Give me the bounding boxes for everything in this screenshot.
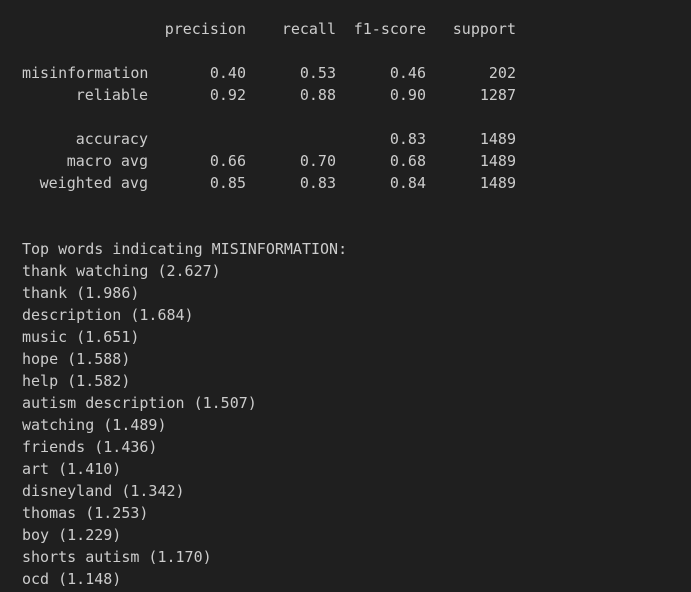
top-word-item: boy (1.229) bbox=[22, 526, 122, 544]
row-support: 1489 bbox=[479, 152, 516, 170]
report-header-row: precision recall f1-score support bbox=[22, 18, 691, 40]
row-support: 202 bbox=[488, 64, 516, 82]
top-word-item: description (1.684) bbox=[22, 306, 194, 324]
report-row-reliable: reliable 0.92 0.88 0.90 1287 bbox=[22, 84, 691, 106]
terminal-output: precision recall f1-score support misinf… bbox=[0, 0, 691, 592]
header-support: support bbox=[452, 20, 516, 38]
top-word-item: music (1.651) bbox=[22, 328, 140, 346]
top-word-item: art (1.410) bbox=[22, 460, 122, 478]
row-support: 1489 bbox=[479, 130, 516, 148]
top-word-item: thank (1.986) bbox=[22, 284, 140, 302]
report-row-accuracy: accuracy 0.83 1489 bbox=[22, 128, 691, 150]
top-word-item: shorts autism (1.170) bbox=[22, 548, 212, 566]
report-row-misinformation: misinformation 0.40 0.53 0.46 202 bbox=[22, 62, 691, 84]
top-word-item: ocd (1.148) bbox=[22, 570, 122, 588]
row-support: 1287 bbox=[479, 86, 516, 104]
top-word-item: thomas (1.253) bbox=[22, 504, 149, 522]
top-word-item: hope (1.588) bbox=[22, 350, 131, 368]
report-row-weighted-avg: weighted avg 0.85 0.83 0.84 1489 bbox=[22, 172, 691, 194]
row-support: 1489 bbox=[479, 174, 516, 192]
blank-lines bbox=[22, 194, 691, 238]
top-word-item: disneyland (1.342) bbox=[22, 482, 185, 500]
top-word-item: help (1.582) bbox=[22, 372, 131, 390]
report-row-macro-avg: macro avg 0.66 0.70 0.68 1489 bbox=[22, 150, 691, 172]
top-word-item: thank watching (2.627) bbox=[22, 262, 221, 280]
top-words-heading: Top words indicating MISINFORMATION: bbox=[22, 240, 348, 258]
top-word-item: watching (1.489) bbox=[22, 416, 167, 434]
top-word-item: autism description (1.507) bbox=[22, 394, 257, 412]
top-word-item: friends (1.436) bbox=[22, 438, 158, 456]
